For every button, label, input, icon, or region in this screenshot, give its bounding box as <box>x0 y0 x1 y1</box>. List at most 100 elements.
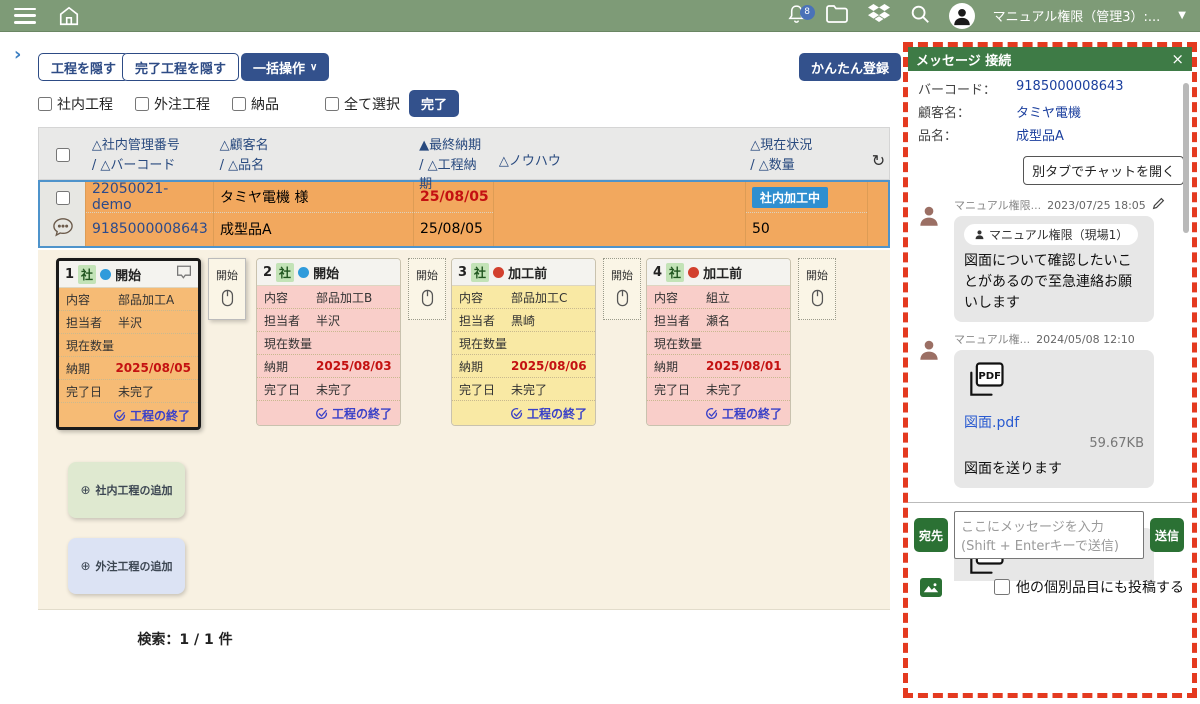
send-button[interactable]: 送信 <box>1150 518 1184 552</box>
easy-register-button[interactable]: かんたん登録 <box>799 53 901 81</box>
edit-pencil-icon[interactable] <box>1152 197 1165 213</box>
header-knowhow[interactable]: △ノウハウ <box>493 128 744 179</box>
header-management-no[interactable]: △社内管理番号/ △バーコード <box>86 128 214 179</box>
mouse-icon <box>421 289 434 307</box>
post-to-other-items-label: 他の個別品目にも投稿する <box>1016 577 1184 597</box>
user-menu-caret-icon[interactable]: ▼ <box>1178 10 1186 21</box>
header-customer[interactable]: △顧客名/ △品名 <box>214 128 414 179</box>
notifications-bell-icon[interactable]: 8 <box>786 3 807 29</box>
filter-internal-process-label: 社内工程 <box>57 94 113 114</box>
card-chat-icon[interactable] <box>176 265 192 283</box>
select-all-rows-checkbox[interactable] <box>56 148 70 162</box>
card-completed-value: 未完了 <box>316 381 352 398</box>
row-process-due: 25/08/05 <box>414 213 493 244</box>
message-bubble: PDF 図面.pdf 59.67KB 図面を送ります <box>954 350 1154 488</box>
row-final-due: 25/08/05 <box>414 182 493 213</box>
post-to-other-items[interactable]: 他の個別品目にも投稿する <box>994 577 1184 597</box>
refresh-icon[interactable]: ↻ <box>872 149 885 173</box>
message-panel-title: メッセージ 接続 <box>916 50 1011 69</box>
filter-delivery[interactable]: 納品 <box>232 94 279 114</box>
row-quantity: 50 <box>746 213 867 244</box>
plus-circle-icon: ⊕ <box>80 483 90 497</box>
process-card-2[interactable]: 2 社 開始 内容部品加工B 担当者半沢 現在数量 納期2025/08/03 完… <box>256 258 401 426</box>
card-person-value: 半沢 <box>118 314 142 331</box>
card-type-badge: 社 <box>78 265 96 284</box>
message-input[interactable] <box>954 511 1144 559</box>
card-status: 開始 <box>313 263 339 282</box>
process-card-4[interactable]: 4 社 加工前 内容組立 担当者瀬名 現在数量 納期2025/08/01 完了日… <box>646 258 791 426</box>
card-person-value: 瀬名 <box>706 312 730 329</box>
sidebar-expand-chevron-icon[interactable]: › <box>14 44 21 65</box>
finish-process-link[interactable]: 工程の終了 <box>59 403 198 427</box>
close-icon[interactable]: × <box>1171 50 1184 68</box>
header-status[interactable]: △現在状況/ △数量 <box>744 128 866 179</box>
filter-select-all[interactable]: 全て選択 <box>325 94 400 114</box>
sender-avatar-icon <box>916 337 942 367</box>
dropbox-icon[interactable] <box>867 3 891 29</box>
drag-handle-start-4[interactable]: 開始 <box>798 258 836 320</box>
finish-process-link[interactable]: 工程の終了 <box>452 401 595 425</box>
mention-pill: マニュアル権限（現場1） <box>964 224 1138 245</box>
drag-handle-start-2[interactable]: 開始 <box>408 258 446 320</box>
hamburger-menu-icon[interactable] <box>14 8 36 24</box>
message-text: 図面を送ります <box>964 459 1144 480</box>
row-chat-icon[interactable] <box>52 217 74 241</box>
process-card-zone: 1 社 開始 内容部品加工A 担当者半沢 現在数量 納期2025/08/05 完… <box>38 250 890 610</box>
row-customer-name: タミヤ電機 様 <box>214 182 413 213</box>
card-due-value: 2025/08/05 <box>115 361 191 375</box>
filter-row: 社内工程 外注工程 納品 全て選択 <box>38 94 422 114</box>
filter-select-all-checkbox[interactable] <box>325 97 339 111</box>
process-card-3[interactable]: 3 社 加工前 内容部品加工C 担当者黒崎 現在数量 納期2025/08/06 … <box>451 258 596 426</box>
pdf-file-icon[interactable]: PDF <box>964 390 1008 406</box>
drag-handle-start-3[interactable]: 開始 <box>603 258 641 320</box>
add-external-process-button[interactable]: ⊕ 外注工程の追加 <box>68 538 185 594</box>
card-number: 1 <box>65 267 74 282</box>
hide-process-button[interactable]: 工程を隠す <box>38 53 129 81</box>
row-barcode[interactable]: 9185000008643 <box>86 213 213 244</box>
process-card-1[interactable]: 1 社 開始 内容部品加工A 担当者半沢 現在数量 納期2025/08/05 完… <box>56 258 201 430</box>
file-link[interactable]: 図面.pdf <box>964 412 1144 432</box>
filter-internal-process[interactable]: 社内工程 <box>38 94 113 114</box>
filter-select-all-label: 全て選択 <box>344 94 400 114</box>
hide-completed-process-button[interactable]: 完了工程を隠す <box>122 53 239 81</box>
card-type-badge: 社 <box>666 263 684 282</box>
card-content-value: 部品加工C <box>511 289 567 306</box>
row-item-name: 成型品A <box>214 213 413 244</box>
status-dot-red-icon <box>493 267 504 278</box>
add-internal-process-button[interactable]: ⊕ 社内工程の追加 <box>68 462 185 518</box>
header-due-date[interactable]: ▲最終納期/ △工程納期 <box>413 128 493 179</box>
complete-button[interactable]: 完了 <box>409 90 459 117</box>
mouse-icon <box>221 289 234 307</box>
table-row[interactable]: 22050021-demo 9185000008643 タミヤ電機 様 成型品A… <box>38 180 890 248</box>
user-name-label[interactable]: マニュアル権限（管理3）:... <box>993 6 1161 25</box>
finish-process-link[interactable]: 工程の終了 <box>647 401 790 425</box>
home-icon[interactable] <box>58 5 80 27</box>
drag-handle-start-1[interactable]: 開始 <box>208 258 246 320</box>
filter-external-process-checkbox[interactable] <box>135 97 149 111</box>
row-management-no[interactable]: 22050021-demo <box>86 182 213 213</box>
card-content-value: 組立 <box>706 289 730 306</box>
post-to-other-items-checkbox[interactable] <box>994 579 1010 595</box>
open-chat-new-tab-button[interactable]: 別タブでチャットを開く <box>1023 156 1184 185</box>
search-icon[interactable] <box>909 3 931 29</box>
recipient-button[interactable]: 宛先 <box>914 518 948 552</box>
bulk-action-button[interactable]: 一括操作 ∨ <box>241 53 329 81</box>
message-panel: メッセージ 接続 × バーコード：9185000008643 顧客名：タミヤ電機… <box>903 42 1197 698</box>
attach-image-icon[interactable] <box>920 578 942 597</box>
user-avatar[interactable] <box>949 3 975 29</box>
card-number: 3 <box>458 265 467 280</box>
row-checkbox[interactable] <box>56 191 70 205</box>
card-person-value: 黒崎 <box>511 312 535 329</box>
bulk-action-caret-icon: ∨ <box>310 62 317 73</box>
row-status-badge[interactable]: 社内加工中 <box>752 187 828 208</box>
card-number: 4 <box>653 265 662 280</box>
message-sender: マニュアル権限... <box>954 197 1041 213</box>
files-folder-icon[interactable] <box>825 4 849 28</box>
filter-delivery-checkbox[interactable] <box>232 97 246 111</box>
filter-external-process[interactable]: 外注工程 <box>135 94 210 114</box>
filter-internal-process-checkbox[interactable] <box>38 97 52 111</box>
card-status: 加工前 <box>703 263 742 282</box>
svg-text:PDF: PDF <box>978 371 1001 382</box>
finish-process-link[interactable]: 工程の終了 <box>257 401 400 425</box>
top-bar: 8 マニュアル権限（管理3）:... ▼ <box>0 0 1200 32</box>
